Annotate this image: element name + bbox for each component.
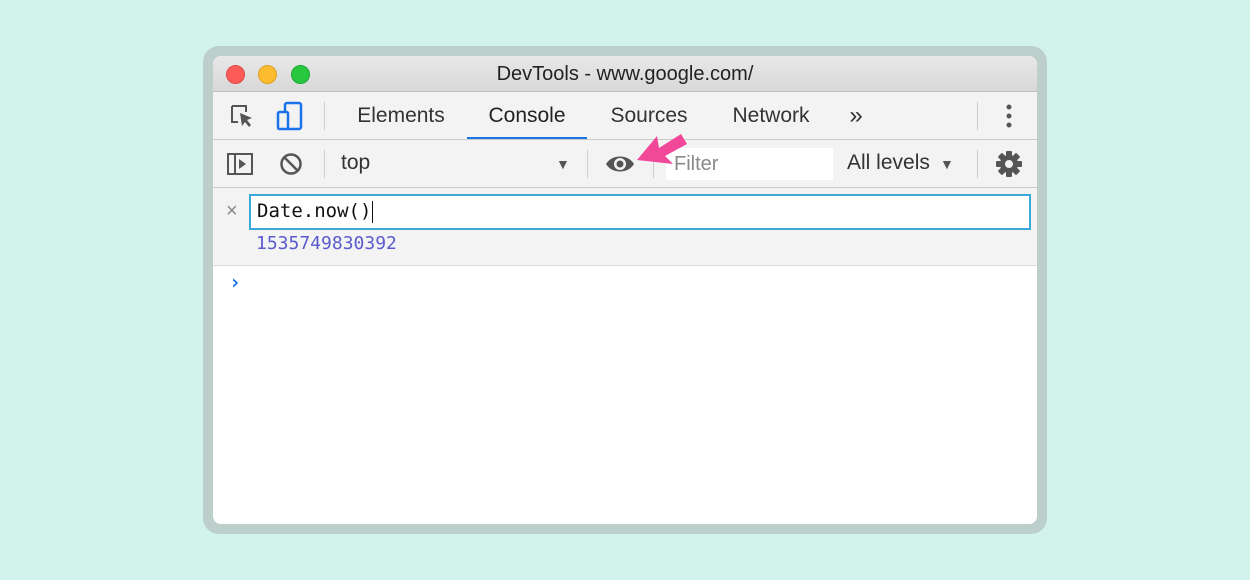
more-tabs-icon[interactable]: » [841, 92, 871, 139]
inspect-element-icon[interactable] [227, 102, 257, 130]
window-title: DevTools - www.google.com/ [496, 63, 754, 85]
live-expression-row: × Date.now() 1535749830392 [213, 188, 1037, 266]
devtools-window: DevTools - www.google.com/ Elements Cons… [213, 56, 1037, 524]
title-bar: DevTools - www.google.com/ [213, 56, 1037, 92]
toolbar-divider [977, 102, 978, 130]
remove-expression-button[interactable]: × [226, 200, 238, 223]
toolbar-divider [977, 150, 978, 178]
live-expression-result: 1535749830392 [256, 233, 397, 254]
levels-dropdown-arrow-icon[interactable]: ▼ [940, 156, 954, 172]
live-expression-text: Date.now() [257, 200, 374, 223]
show-sidebar-icon[interactable] [225, 150, 255, 178]
live-expression-editor[interactable]: Date.now() [249, 194, 1031, 230]
console-toolbar: top ▼ All levels ▼ [213, 140, 1037, 188]
toolbar-divider [324, 150, 325, 178]
toolbar-divider [587, 150, 588, 178]
log-levels-dropdown[interactable]: All levels [847, 151, 930, 175]
live-expression-code: Date.now() [257, 200, 372, 222]
console-panel: × Date.now() 1535749830392 › [213, 188, 1037, 524]
main-tab-bar: Elements Console Sources Network » [213, 92, 1037, 140]
device-toolbar-icon[interactable] [275, 101, 305, 131]
kebab-menu-icon[interactable] [999, 102, 1019, 130]
clear-console-icon[interactable] [277, 150, 305, 178]
live-expression-eye-icon[interactable] [603, 150, 637, 178]
screenshot-frame: DevTools - www.google.com/ Elements Cons… [203, 46, 1047, 534]
tab-console[interactable]: Console [467, 92, 587, 139]
toolbar-divider [324, 102, 325, 130]
annotation-arrow-icon [637, 128, 689, 175]
settings-gear-icon[interactable] [994, 149, 1024, 179]
console-prompt-icon[interactable]: › [229, 270, 241, 294]
context-selector[interactable]: top [341, 151, 370, 175]
context-dropdown-arrow-icon[interactable]: ▼ [556, 156, 570, 172]
tab-elements[interactable]: Elements [341, 92, 461, 139]
filter-input[interactable] [666, 148, 833, 180]
text-caret [372, 200, 374, 223]
tab-network[interactable]: Network [719, 92, 823, 139]
